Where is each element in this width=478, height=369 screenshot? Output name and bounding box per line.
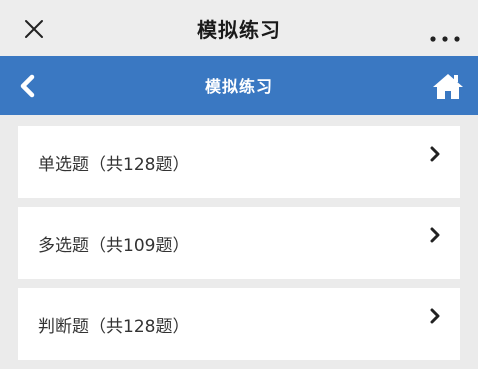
more-icon[interactable] — [430, 27, 460, 42]
page-title: 模拟练习 — [204, 77, 273, 96]
wechat-top-bar: 模拟练习 — [0, 0, 478, 56]
list-item-true-false[interactable]: 判断题（共128题） — [18, 288, 460, 360]
item-label: 判断题（共128题） — [38, 317, 190, 337]
item-label: 多选题（共109题） — [38, 236, 190, 256]
chevron-right-icon — [428, 308, 442, 324]
home-icon[interactable] — [432, 72, 464, 100]
app-header: 模拟练习 — [0, 56, 478, 115]
chevron-right-icon — [428, 227, 442, 243]
list-item-single-choice[interactable]: 单选题（共128题） — [18, 126, 460, 198]
item-label: 单选题（共128题） — [38, 155, 190, 175]
chevron-right-icon — [428, 146, 442, 162]
wechat-title: 模拟练习 — [197, 18, 281, 42]
list-item-multiple-choice[interactable]: 多选题（共109题） — [18, 207, 460, 279]
question-type-list: 单选题（共128题） 多选题（共109题） 判断题（共128题） — [18, 126, 460, 369]
